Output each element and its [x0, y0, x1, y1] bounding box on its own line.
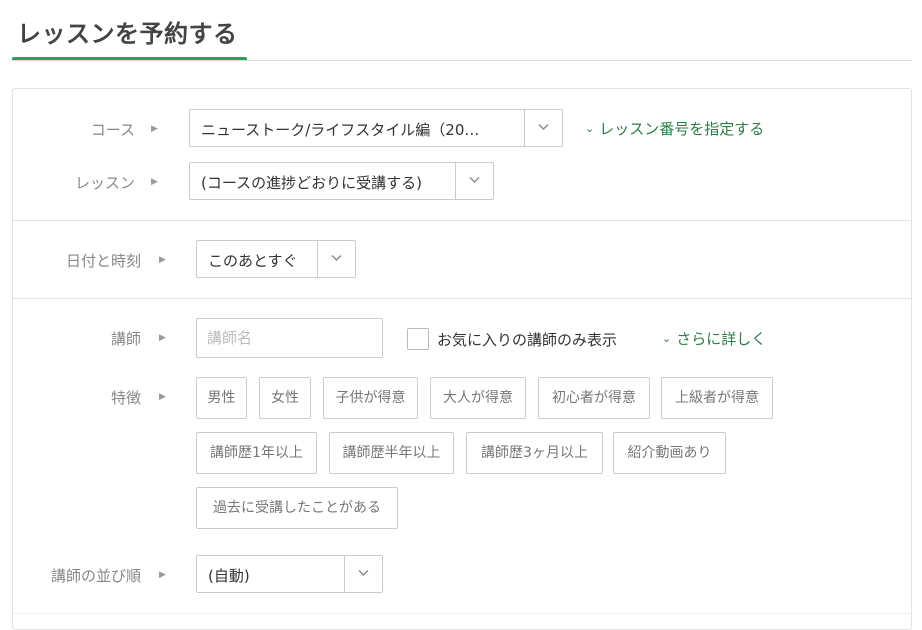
chevron-down-icon — [538, 124, 549, 130]
datetime-select-toggle[interactable] — [317, 241, 355, 277]
triangle-right-icon: ▶ — [151, 124, 158, 134]
sort-select[interactable]: (自動) — [196, 555, 383, 593]
triangle-right-icon: ▶ — [159, 333, 166, 343]
feature-tag-experience-3-months[interactable]: 講師歴3ヶ月以上 — [466, 432, 603, 474]
triangle-right-icon: ▶ — [159, 570, 166, 580]
feature-tag-intro-video[interactable]: 紹介動画あり — [613, 432, 726, 474]
triangle-right-icon: ▶ — [159, 255, 166, 265]
section-divider — [13, 220, 911, 221]
feature-tag-previously-taken[interactable]: 過去に受講したことがある — [196, 487, 398, 529]
feature-tag-good-with-adults[interactable]: 大人が得意 — [430, 377, 526, 419]
feature-tag-experience-half-year[interactable]: 講師歴半年以上 — [329, 432, 454, 474]
chevron-down-icon — [358, 570, 369, 576]
teacher-name-input[interactable] — [196, 318, 383, 358]
feature-tag-good-with-kids[interactable]: 子供が得意 — [323, 377, 418, 419]
sort-label: 講師の並び順 — [50, 567, 141, 585]
favorites-only-checkbox[interactable] — [407, 328, 429, 350]
course-select-value: ニューストーク/ライフスタイル編（20… — [201, 121, 480, 139]
more-filters-link[interactable]: ⌄ さらに詳しく — [662, 328, 766, 349]
feature-tag-female[interactable]: 女性 — [259, 377, 311, 419]
page-title: レッスンを予約する — [17, 20, 238, 48]
triangle-right-icon: ▶ — [151, 177, 158, 187]
feature-tag-good-with-beginners[interactable]: 初心者が得意 — [538, 377, 650, 419]
more-filters-link-label: さらに詳しく — [676, 330, 767, 348]
lesson-label: レッスン — [74, 174, 135, 192]
lesson-number-link[interactable]: ⌄ レッスン番号を指定する — [585, 118, 764, 139]
triangle-right-icon: ▶ — [159, 392, 166, 402]
title-rule — [12, 60, 912, 61]
datetime-label: 日付と時刻 — [65, 252, 141, 270]
section-divider — [13, 298, 911, 299]
course-label: コース — [90, 121, 135, 139]
datetime-select[interactable]: このあとすぐ — [196, 240, 356, 278]
chevron-down-icon — [469, 177, 480, 183]
chevron-down-icon — [331, 255, 342, 261]
sort-select-value: (自動) — [208, 567, 250, 585]
datetime-select-value: このあとすぐ — [208, 252, 298, 270]
features-label: 特徴 — [110, 389, 141, 407]
sort-select-toggle[interactable] — [344, 556, 382, 592]
chevron-down-icon: ⌄ — [662, 332, 672, 345]
chevron-down-icon: ⌄ — [585, 122, 595, 135]
lesson-number-link-label: レッスン番号を指定する — [599, 120, 765, 138]
feature-tag-good-with-advanced[interactable]: 上級者が得意 — [661, 377, 773, 419]
lesson-select-value: (コースの進捗どおりに受講する) — [201, 174, 422, 192]
lesson-select-toggle[interactable] — [455, 163, 493, 199]
booking-form-panel: コース ▶ ニューストーク/ライフスタイル編（20… ⌄ レッスン番号を指定する … — [12, 88, 912, 630]
lesson-select[interactable]: (コースの進捗どおりに受講する) — [189, 162, 494, 200]
feature-tag-experience-1-year[interactable]: 講師歴1年以上 — [196, 432, 317, 474]
feature-tag-male[interactable]: 男性 — [196, 377, 247, 419]
course-select-toggle[interactable] — [524, 110, 562, 146]
favorites-only-label[interactable]: お気に入りの講師のみ表示 — [437, 329, 617, 350]
teacher-label: 講師 — [110, 330, 141, 348]
section-divider — [13, 613, 911, 614]
course-select[interactable]: ニューストーク/ライフスタイル編（20… — [189, 109, 563, 147]
